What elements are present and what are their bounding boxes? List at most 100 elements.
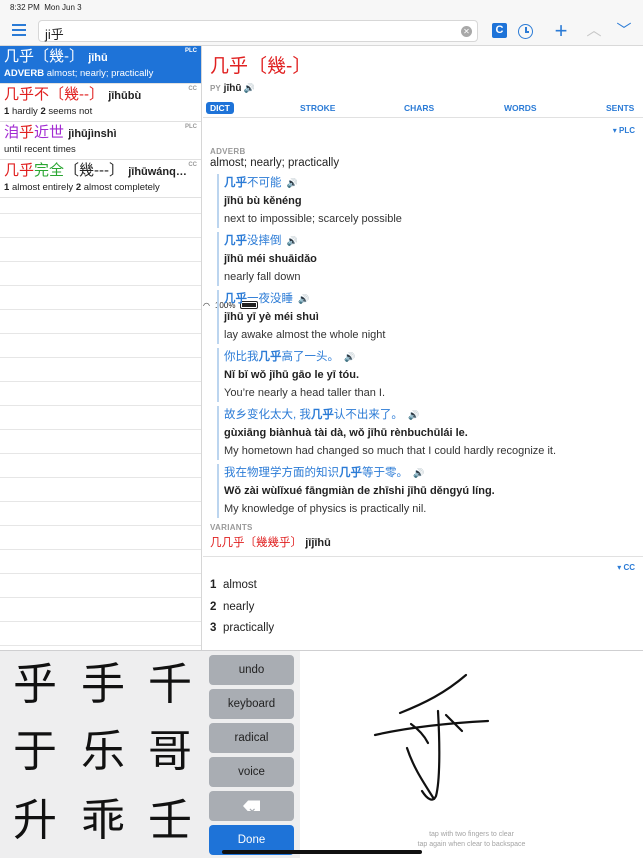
detail-tabs: DICT STROKE CHARS WORDS SENTS <box>203 102 643 118</box>
example-translation: next to impossible; scarcely possible <box>224 213 402 225</box>
voice-button[interactable]: voice <box>209 757 294 787</box>
candidate-char[interactable]: 千 <box>140 655 200 715</box>
result-traditional: 〔幾---〕 <box>64 162 125 179</box>
pos-label: ADVERB <box>210 147 246 156</box>
result-definition: almost; nearly; practically <box>46 68 154 79</box>
candidate-char[interactable]: 乖 <box>73 791 133 851</box>
history-icon[interactable] <box>518 24 533 39</box>
source-tag: PLC <box>185 48 197 54</box>
result-definition: almost completely <box>83 182 160 193</box>
clipboard-reader-button[interactable]: C <box>492 23 507 38</box>
example-item[interactable]: 你比我几乎高了一头。 🔊 Nǐ bǐ wǒ jīhū gāo le yī tóu… <box>217 348 637 402</box>
home-indicator <box>222 850 422 854</box>
backspace-icon <box>243 800 260 812</box>
source-tag: CC <box>188 86 197 92</box>
candidate-char[interactable]: 壬 <box>140 791 200 851</box>
result-headword: 几乎不 <box>4 86 50 103</box>
example-item[interactable]: 故乡变化太大, 我几乎认不出来了。 🔊 gùxiāng biànhuà tài … <box>217 406 637 460</box>
undo-button[interactable]: undo <box>209 655 294 685</box>
result-item[interactable]: 几乎〔幾-〕 jīhū PLC ADVERB almost; nearly; p… <box>0 46 201 84</box>
add-icon[interactable]: + <box>551 20 571 42</box>
result-definition: seems not <box>48 106 93 117</box>
radical-button[interactable]: radical <box>209 723 294 753</box>
tab-stroke[interactable]: STROKE <box>300 103 335 113</box>
status-bar: 8:32 PM Mon Jun 3 ◠ 100% <box>0 0 643 310</box>
search-input[interactable]: ji乎 ✕ <box>38 20 478 42</box>
example-translation: You’re nearly a head taller than I. <box>224 387 386 399</box>
result-item[interactable]: 几乎完全〔幾---〕 jīhūwánq… CC 1 almost entirel… <box>0 160 201 198</box>
variant-pinyin: jījīhū <box>305 537 331 549</box>
result-definition: almost entirely <box>11 182 74 193</box>
source-plc-toggle[interactable]: ▾ PLC <box>613 126 635 135</box>
example-pinyin: Nǐ bǐ wǒ jīhū gāo le yī tóu. <box>224 369 360 381</box>
pos-label: ADVERB <box>4 68 45 79</box>
example-pinyin: gùxiāng biànhuà tài dà, wǒ jīhū rènbuchū… <box>224 427 468 439</box>
source-tag: PLC <box>185 124 197 130</box>
hint-text: tap again when clear to backspace <box>417 841 526 848</box>
clear-search-icon[interactable]: ✕ <box>461 26 472 37</box>
speaker-icon[interactable]: 🔊 <box>413 468 424 478</box>
source-tag: CC <box>188 162 197 168</box>
candidate-char[interactable]: 乐 <box>73 722 133 782</box>
result-traditional: 〔幾--〕 <box>49 86 105 103</box>
result-traditional: 〔幾-〕 <box>34 48 85 65</box>
variant-headword: 几几乎〔幾幾乎〕 <box>210 537 302 549</box>
results-list: 几乎〔幾-〕 jīhū PLC ADVERB almost; nearly; p… <box>0 46 202 650</box>
example-item[interactable]: 几乎没摔倒 🔊 jīhū méi shuāidǎo nearly fall do… <box>217 232 637 286</box>
headword-pinyin: jīhū <box>223 83 242 94</box>
source-cc-toggle[interactable]: ▾ CC <box>617 563 635 572</box>
result-pinyin: jìhūjìnshì <box>68 128 117 140</box>
example-translation: lay awake almost the whole night <box>224 329 386 341</box>
candidate-grid: 乎 手 千 于 乐 哥 升 乖 壬 <box>0 651 206 859</box>
menu-icon[interactable] <box>12 24 26 36</box>
speaker-icon[interactable]: 🔊 <box>344 352 355 362</box>
main-definition: almost; nearly; practically <box>210 157 340 169</box>
py-label: PY <box>210 84 221 93</box>
speaker-icon[interactable]: 🔊 <box>298 294 309 304</box>
def-number: 2 <box>75 182 82 193</box>
speaker-icon[interactable]: 🔊 <box>287 236 298 246</box>
speaker-icon[interactable]: 🔊 <box>287 178 298 188</box>
tab-sents[interactable]: SENTS <box>606 103 634 113</box>
example-item[interactable]: 几乎不可能 🔊 jīhū bù kěnéng next to impossibl… <box>217 174 637 228</box>
result-headword: 几乎 <box>4 48 35 65</box>
result-item[interactable]: 几乎不〔幾--〕 jīhūbù CC 1 hardly 2 seems not <box>0 84 201 122</box>
candidate-char[interactable]: 乎 <box>5 655 65 715</box>
variant-item[interactable]: 几几乎〔幾幾乎〕 jījīhū <box>210 534 331 550</box>
example-item[interactable]: 几乎一夜没睡 🔊 jīhū yī yè méi shuì lay awake a… <box>217 290 637 344</box>
candidate-char[interactable]: 哥 <box>140 722 200 782</box>
drawing-canvas[interactable]: tap with two fingers to clear tap again … <box>300 651 643 859</box>
candidate-char[interactable]: 于 <box>5 722 65 782</box>
pinyin-row: PY jīhū 🔊 <box>210 83 255 94</box>
result-pinyin: jīhūbù <box>108 90 142 102</box>
speaker-icon[interactable]: 🔊 <box>243 83 254 93</box>
example-pinyin: jīhū bù kěnéng <box>224 195 302 207</box>
example-pinyin: jīhū méi shuāidǎo <box>224 253 317 265</box>
handwritten-strokes <box>373 673 490 801</box>
example-translation: nearly fall down <box>224 271 301 283</box>
result-item[interactable]: 洎乎近世 jìhūjìnshì PLC until recent times <box>0 122 201 160</box>
example-item[interactable]: 我在物理学方面的知识几乎等于零。 🔊 Wǒ zài wùlǐxué fāngmi… <box>217 464 637 518</box>
chevron-up-icon[interactable]: ︿ <box>584 21 604 41</box>
headword-traditional: 〔幾-〕 <box>248 56 312 77</box>
backspace-button[interactable] <box>209 791 294 821</box>
keyboard-button[interactable]: keyboard <box>209 689 294 719</box>
chevron-down-icon[interactable]: ﹀ <box>614 21 634 41</box>
tab-chars[interactable]: CHARS <box>404 103 434 113</box>
examples-list: 几乎不可能 🔊 jīhū bù kěnéng next to impossibl… <box>217 174 637 522</box>
tab-dict[interactable]: DICT <box>206 102 234 114</box>
example-translation: My knowledge of physics is practically n… <box>224 503 427 515</box>
def-number: 2 <box>40 106 46 117</box>
candidate-char[interactable]: 手 <box>73 655 133 715</box>
status-time: 8:32 PM Mon Jun 3 <box>10 3 82 12</box>
search-text: ji乎 <box>45 27 64 42</box>
tab-words[interactable]: WORDS <box>504 103 537 113</box>
headword: 几乎〔幾-〕 <box>210 56 312 77</box>
result-definition: until recent times <box>4 144 76 155</box>
result-definition: hardly <box>11 106 38 117</box>
candidate-char[interactable]: 升 <box>5 791 65 851</box>
handwriting-panel: 乎 手 千 于 乐 哥 升 乖 壬 undo keyboard radical … <box>0 650 643 859</box>
handwriting-keys: undo keyboard radical voice Done <box>209 655 296 859</box>
example-translation: My hometown had changed so much that I c… <box>224 445 557 457</box>
speaker-icon[interactable]: 🔊 <box>408 410 419 420</box>
